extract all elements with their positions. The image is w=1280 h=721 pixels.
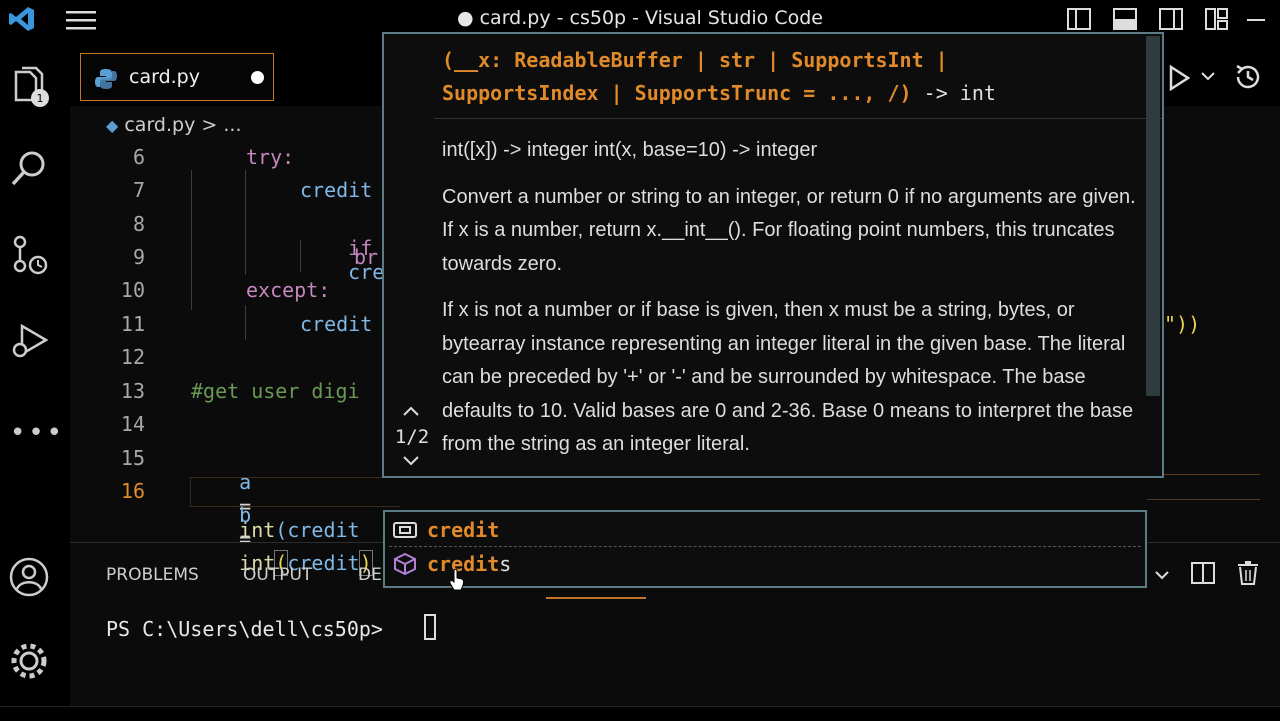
source-control-icon[interactable] — [8, 233, 50, 275]
suggestion-label: credit — [427, 518, 499, 542]
code-line-11: credit — [300, 312, 373, 336]
svg-text:1: 1 — [37, 92, 44, 105]
line-number: 13 — [120, 379, 145, 403]
indent-guide — [245, 170, 246, 275]
active-tab-indicator — [546, 597, 646, 599]
explorer-icon[interactable]: 1 — [8, 66, 50, 108]
activity-bar: 1 ••• — [0, 38, 70, 720]
code-line-6: try: — [246, 145, 295, 169]
signature-return: -> int — [911, 81, 996, 105]
panel-tab-debug-console[interactable]: DE — [358, 565, 382, 585]
signature: (__x: ReadableBuffer | str | SupportsInt… — [442, 44, 1142, 110]
panel-tab-output[interactable]: OUTPUT — [243, 565, 312, 585]
line-number-active: 16 — [120, 479, 145, 503]
mouse-pointer-icon — [449, 568, 465, 591]
signature-params: (__x: ReadableBuffer | str | SupportsInt… — [442, 48, 948, 72]
suggestion-match: credit — [427, 518, 500, 542]
divider — [434, 118, 1162, 119]
tab-label: card.py — [129, 66, 200, 88]
operator: = — [239, 527, 252, 551]
toggle-primary-sidebar-icon[interactable] — [1066, 6, 1092, 32]
line-highlight-border — [1147, 499, 1260, 500]
overload-counter: 1/2 — [394, 426, 430, 448]
breadcrumb: ◆ card.py > ... — [106, 114, 241, 136]
indent-guide — [245, 305, 246, 340]
doc-paragraph: Convert a number or string to an integer… — [442, 185, 1136, 275]
line-number: 7 — [132, 178, 145, 202]
terminal-prompt[interactable]: PS C:\Users\dell\cs50p> — [106, 617, 383, 641]
run-python-file-icon[interactable] — [1168, 65, 1190, 91]
line-number: 11 — [120, 312, 145, 336]
search-icon[interactable] — [8, 148, 50, 190]
suggest-widget[interactable]: credit credits — [383, 510, 1147, 588]
divider — [389, 546, 1141, 547]
chevron-down-icon[interactable] — [1200, 68, 1216, 84]
terminal-cursor — [424, 614, 436, 640]
line-number: 12 — [120, 345, 145, 369]
settings-gear-icon[interactable] — [8, 640, 50, 682]
module-icon — [394, 553, 416, 575]
timeline-history-icon[interactable] — [1233, 62, 1263, 92]
code-line-9: br — [354, 245, 379, 269]
python-file-icon — [95, 69, 117, 89]
panel-tab-problems[interactable]: PROBLEMS — [106, 565, 199, 585]
customize-layout-icon[interactable] — [1204, 6, 1230, 32]
documentation: int([x]) -> integer int(x, base=10) -> i… — [442, 134, 1147, 475]
breadcrumb-rest[interactable]: ... — [223, 114, 241, 136]
line-number: 9 — [132, 245, 145, 269]
line-number: 10 — [120, 278, 145, 302]
code-line-11-tail: ")) — [1164, 312, 1201, 336]
line-number: 6 — [132, 145, 145, 169]
more-icon[interactable]: ••• — [10, 418, 65, 448]
variable-icon — [393, 522, 417, 538]
chevron-down-icon[interactable] — [402, 454, 420, 468]
toggle-secondary-sidebar-icon[interactable] — [1158, 6, 1184, 32]
doc-paragraph: If x is not a number or if base is given… — [442, 299, 1134, 455]
account-icon[interactable] — [8, 556, 50, 598]
suggestion-item[interactable]: credit — [387, 514, 1143, 547]
unsaved-dot-icon[interactable] — [251, 71, 264, 84]
trash-icon[interactable] — [1236, 560, 1260, 586]
code-line-10: except: — [246, 278, 331, 302]
doc-paragraph: int([x]) -> integer int(x, base=10) -> i… — [442, 139, 818, 161]
minimize-button[interactable] — [1245, 8, 1267, 30]
breadcrumb-separator: > — [201, 114, 218, 136]
chevron-down-icon[interactable] — [1153, 566, 1171, 584]
run-debug-icon[interactable] — [8, 320, 50, 362]
indent-guide — [191, 170, 192, 310]
signature-params-cont: SupportsIndex | SupportsTrunc = ..., /) — [442, 81, 912, 105]
python-file-icon: ◆ — [106, 116, 119, 135]
line-highlight-border — [1164, 474, 1260, 475]
suggestion-item[interactable]: credits — [387, 548, 1143, 581]
code-line-7: credit — [300, 178, 373, 202]
minimize-icon — [1247, 19, 1265, 21]
tab-card-py[interactable]: card.py — [80, 53, 274, 101]
parameter-hints-widget[interactable]: (__x: ReadableBuffer | str | SupportsInt… — [382, 32, 1164, 478]
line-number: 15 — [120, 446, 145, 470]
suggestion-label: credits — [427, 552, 511, 576]
code-line-13: #get user digi — [191, 379, 360, 403]
chevron-up-icon[interactable] — [402, 404, 420, 418]
line-number: 8 — [132, 212, 145, 236]
scrollbar[interactable] — [1146, 36, 1160, 396]
status-bar — [0, 706, 1280, 721]
line-number: 14 — [120, 412, 145, 436]
suggestion-rest: s — [499, 552, 512, 576]
identifier: b — [239, 503, 252, 527]
split-terminal-icon[interactable] — [1190, 560, 1216, 586]
breadcrumb-file[interactable]: card.py — [124, 114, 195, 136]
toggle-panel-icon[interactable] — [1112, 6, 1138, 32]
